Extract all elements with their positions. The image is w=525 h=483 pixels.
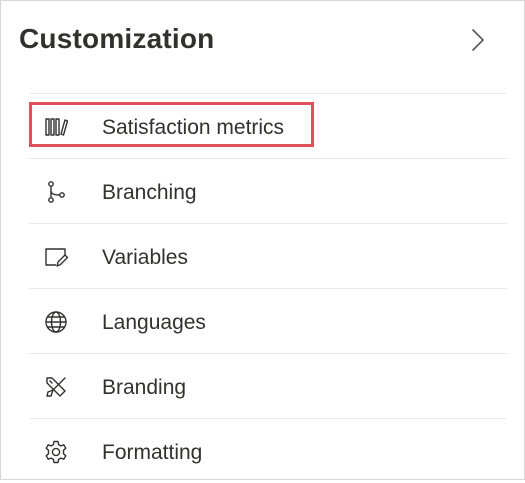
menu-item-label: Formatting bbox=[102, 441, 203, 464]
satisfaction-metrics-icon bbox=[43, 114, 69, 140]
menu-item-label: Languages bbox=[102, 311, 206, 334]
globe-icon bbox=[43, 309, 69, 335]
menu-item-label: Satisfaction metrics bbox=[102, 116, 285, 139]
chevron-right-icon[interactable] bbox=[467, 27, 489, 53]
variables-icon bbox=[43, 244, 69, 270]
menu-item-branding[interactable]: Branding bbox=[29, 353, 507, 418]
menu-item-satisfaction-metrics[interactable]: Satisfaction metrics bbox=[29, 93, 507, 158]
customization-panel: Customization Satisfaction metrics Branc… bbox=[0, 0, 525, 480]
menu-item-languages[interactable]: Languages bbox=[29, 288, 507, 353]
panel-title: Customization bbox=[19, 23, 215, 54]
menu-item-label: Branding bbox=[102, 376, 187, 399]
menu-item-label: Branching bbox=[102, 181, 197, 204]
customization-menu: Satisfaction metrics Branching Variables… bbox=[29, 93, 507, 483]
branching-icon bbox=[43, 179, 69, 205]
branding-icon bbox=[43, 374, 69, 400]
menu-item-formatting[interactable]: Formatting bbox=[29, 418, 507, 483]
menu-item-label: Variables bbox=[102, 246, 188, 269]
menu-item-branching[interactable]: Branching bbox=[29, 158, 507, 223]
gear-icon bbox=[43, 439, 69, 465]
menu-item-variables[interactable]: Variables bbox=[29, 223, 507, 288]
